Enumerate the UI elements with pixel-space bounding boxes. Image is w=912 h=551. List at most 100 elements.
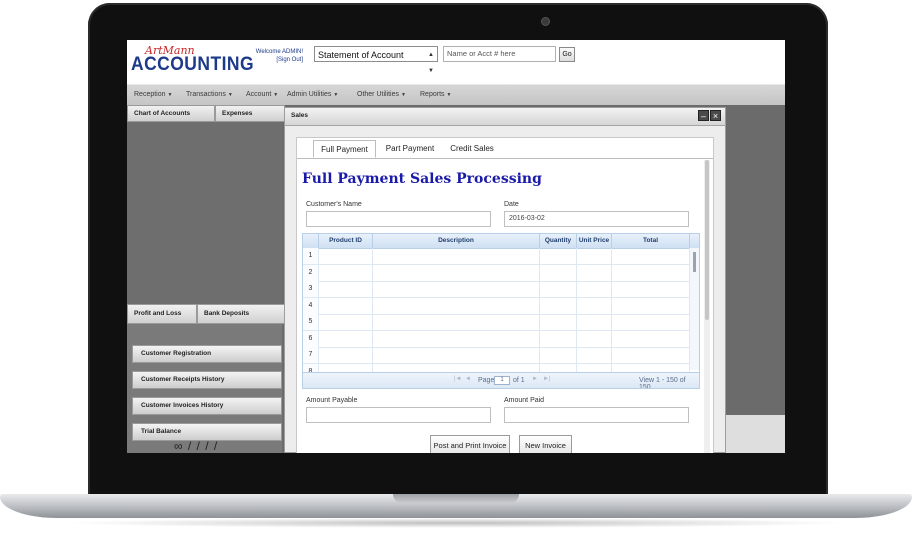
column-header-rownum [303, 234, 319, 248]
tab-credit-sales[interactable]: Credit Sales [443, 140, 501, 158]
laptop-shadow [60, 518, 852, 528]
table-cell[interactable] [612, 281, 690, 297]
table-cell[interactable] [612, 297, 690, 314]
table-cell[interactable] [540, 314, 577, 330]
table-row[interactable]: 6 [303, 330, 690, 348]
table-cell[interactable] [373, 330, 540, 347]
row-number: 6 [303, 330, 319, 347]
tab-bank-deposits[interactable]: Bank Deposits [197, 304, 285, 324]
table-row[interactable]: 1 [303, 248, 690, 265]
date-input[interactable]: 2016-03-02 [504, 211, 689, 227]
close-icon[interactable]: × [710, 110, 721, 121]
table-cell[interactable] [612, 314, 690, 330]
table-cell[interactable] [373, 248, 540, 264]
table-cell[interactable] [540, 297, 577, 314]
table-cell[interactable] [319, 347, 373, 363]
table-cell[interactable] [373, 281, 540, 297]
table-cell[interactable] [319, 297, 373, 314]
table-cell[interactable] [577, 297, 612, 314]
table-cell[interactable] [612, 347, 690, 363]
table-cell[interactable] [577, 281, 612, 297]
table-row[interactable]: 3 [303, 281, 690, 298]
table-cell[interactable] [612, 248, 690, 264]
table-cell[interactable] [577, 264, 612, 281]
table-cell[interactable] [612, 330, 690, 347]
prev-page-icon[interactable]: ◄ [465, 376, 471, 382]
menu-transactions[interactable]: Transactions ▼ [186, 91, 233, 98]
sign-out-link[interactable]: [Sign Out] [245, 56, 303, 64]
table-cell[interactable] [540, 248, 577, 264]
table-cell[interactable] [577, 248, 612, 264]
table-cell[interactable] [373, 264, 540, 281]
menu-label: Reports [420, 91, 445, 98]
table-cell[interactable] [577, 314, 612, 330]
menu-other-utilities[interactable]: Other Utilities ▼ [357, 91, 406, 98]
amount-paid-input[interactable] [504, 407, 689, 423]
table-cell[interactable] [540, 281, 577, 297]
column-header-description[interactable]: Description [373, 234, 540, 248]
menu-label: Admin Utilities [287, 91, 332, 98]
menu-account[interactable]: Account ▼ [246, 91, 278, 98]
app-header: ArtMann ACCOUNTING Welcome ADMIN! [Sign … [127, 40, 785, 84]
welcome-text: Welcome ADMIN! [255, 49, 303, 55]
table-cell[interactable] [577, 347, 612, 363]
amount-payable-input[interactable] [306, 407, 491, 423]
table-cell[interactable] [319, 248, 373, 264]
row-number: 2 [303, 264, 319, 281]
menu-reception[interactable]: Reception ▼ [134, 91, 172, 98]
table-row[interactable]: 7 [303, 347, 690, 364]
customer-registration-button[interactable]: Customer Registration [132, 345, 282, 363]
chevron-down-icon: ▼ [333, 92, 339, 98]
table-cell[interactable] [373, 314, 540, 330]
table-cell[interactable] [612, 264, 690, 281]
first-page-icon[interactable]: |◄ [454, 376, 462, 382]
tab-part-payment[interactable]: Part Payment [379, 140, 441, 158]
table-cell[interactable] [319, 330, 373, 347]
menu-label: Account [246, 91, 272, 98]
column-header-product-id[interactable]: Product ID [319, 234, 373, 248]
column-header-quantity[interactable]: Quantity [540, 234, 577, 248]
account-search-input[interactable]: Name or Acct # here [443, 46, 556, 62]
column-header-total[interactable]: Total [612, 234, 690, 248]
grid-scrollbar-thumb[interactable] [693, 252, 696, 272]
report-select[interactable]: Statement of Account ▲ ▼ [314, 46, 438, 74]
post-and-print-invoice-button[interactable]: Post and Print Invoice [430, 435, 510, 453]
table-cell[interactable] [540, 330, 577, 347]
customer-name-label: Customer's Name [306, 201, 362, 208]
logo[interactable]: ArtMann ACCOUNTING [131, 44, 254, 80]
tab-profit-and-loss[interactable]: Profit and Loss [127, 304, 197, 324]
column-header-unit-price[interactable]: Unit Price [577, 234, 612, 248]
table-cell[interactable] [577, 330, 612, 347]
grid-scrollbar[interactable] [690, 248, 699, 370]
table-cell[interactable] [373, 297, 540, 314]
tab-chart-of-accounts[interactable]: Chart of Accounts [127, 105, 215, 122]
table-row[interactable]: 2 [303, 264, 690, 282]
dialog-scrollbar[interactable] [704, 160, 710, 453]
doodle-decoration: ∞ / / / / [174, 439, 219, 453]
minimize-icon[interactable]: – [698, 110, 709, 121]
go-button[interactable]: Go [559, 47, 575, 62]
customer-invoices-history-button[interactable]: Customer Invoices History [132, 397, 282, 415]
next-page-icon[interactable]: ► [532, 376, 538, 382]
dialog-titlebar[interactable]: Sales – × [285, 108, 725, 126]
table-cell[interactable] [319, 264, 373, 281]
new-invoice-button[interactable]: New Invoice [519, 435, 572, 453]
menu-reports[interactable]: Reports ▼ [420, 91, 451, 98]
menu-label: Transactions [186, 91, 226, 98]
table-cell[interactable] [540, 264, 577, 281]
scrollbar-thumb[interactable] [705, 160, 709, 320]
last-page-icon[interactable]: ►| [543, 376, 551, 382]
page-number-input[interactable]: 1 [494, 376, 510, 385]
table-cell[interactable] [373, 347, 540, 363]
menu-label: Other Utilities [357, 91, 400, 98]
table-cell[interactable] [319, 281, 373, 297]
table-cell[interactable] [540, 347, 577, 363]
customer-name-input[interactable] [306, 211, 491, 227]
table-row[interactable]: 4 [303, 297, 690, 315]
table-cell[interactable] [319, 314, 373, 330]
tab-full-payment[interactable]: Full Payment [313, 140, 376, 158]
menu-admin-utilities[interactable]: Admin Utilities ▼ [287, 91, 338, 98]
customer-receipts-history-button[interactable]: Customer Receipts History [132, 371, 282, 389]
tab-expenses[interactable]: Expenses [215, 105, 285, 122]
table-row[interactable]: 5 [303, 314, 690, 331]
